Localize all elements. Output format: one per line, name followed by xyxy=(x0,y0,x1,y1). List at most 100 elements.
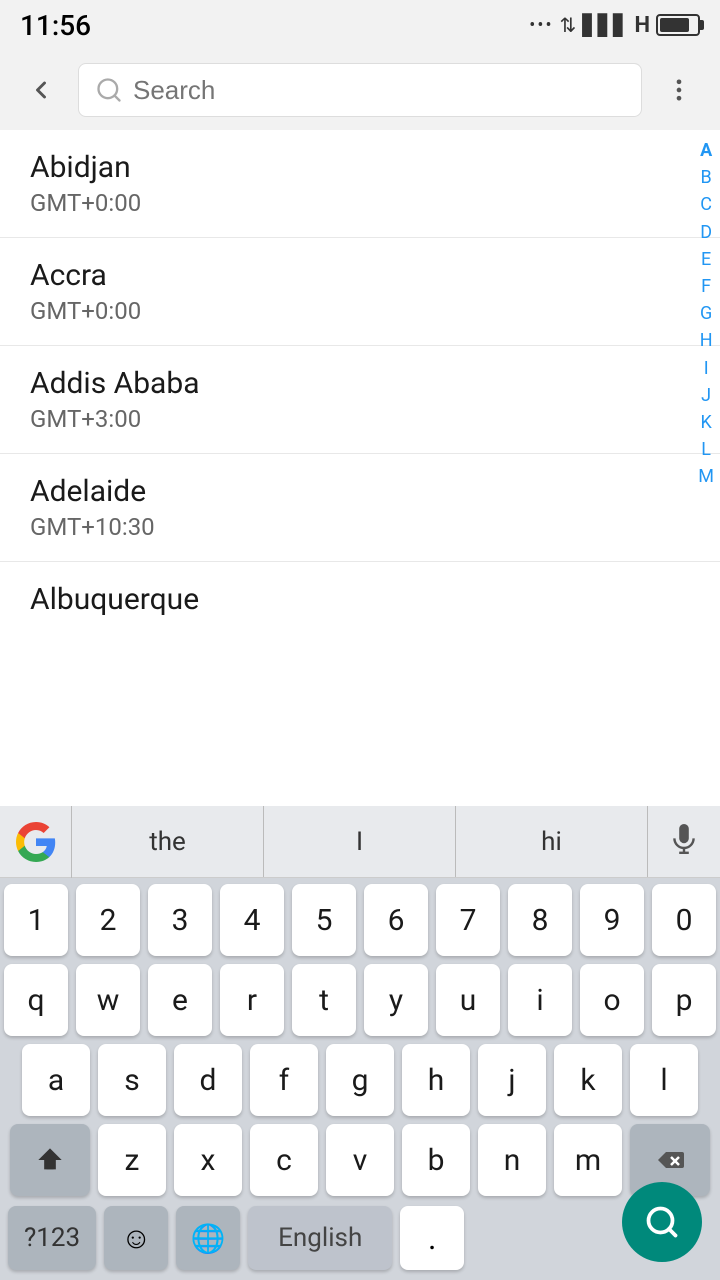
alphabet-index: A B C D E F G H I J K L M xyxy=(698,130,714,489)
key-y[interactable]: y xyxy=(364,964,428,1036)
search-input-wrapper xyxy=(78,63,642,117)
timezone-item-adelaide[interactable]: Adelaide GMT+10:30 xyxy=(0,454,720,562)
timezone-item-accra[interactable]: Accra GMT+0:00 xyxy=(0,238,720,346)
key-4[interactable]: 4 xyxy=(220,884,284,956)
bottom-left-keys: ?123 ☺ 🌐 English . xyxy=(8,1206,464,1270)
number-row: 1 2 3 4 5 6 7 8 9 0 xyxy=(4,884,716,956)
status-time: 11:56 xyxy=(20,9,91,42)
status-bar: 11:56 ••• ⇅ ▋▋▋ H xyxy=(0,0,720,50)
key-m[interactable]: m xyxy=(554,1124,622,1196)
city-name: Accra xyxy=(30,258,660,293)
key-v[interactable]: v xyxy=(326,1124,394,1196)
key-c[interactable]: c xyxy=(250,1124,318,1196)
data-icon: ⇅ xyxy=(560,13,577,37)
key-j[interactable]: j xyxy=(478,1044,546,1116)
more-options-button[interactable] xyxy=(654,65,704,115)
mic-button[interactable] xyxy=(648,806,720,878)
suggestion-I[interactable]: I xyxy=(264,806,456,877)
key-2[interactable]: 2 xyxy=(76,884,140,956)
keyboard-keys: 1 2 3 4 5 6 7 8 9 0 q w e r t y u i o p … xyxy=(0,878,720,1202)
language-key[interactable]: English xyxy=(248,1206,392,1270)
city-name: Addis Ababa xyxy=(30,366,660,401)
globe-key[interactable]: 🌐 xyxy=(176,1206,240,1270)
key-h[interactable]: h xyxy=(402,1044,470,1116)
key-f[interactable]: f xyxy=(250,1044,318,1116)
alpha-M[interactable]: M xyxy=(698,464,714,489)
key-x[interactable]: x xyxy=(174,1124,242,1196)
key-d[interactable]: d xyxy=(174,1044,242,1116)
key-k[interactable]: k xyxy=(554,1044,622,1116)
timezone-item-abidjan[interactable]: Abidjan GMT+0:00 xyxy=(0,130,720,238)
bottom-keyboard-row: ?123 ☺ 🌐 English . xyxy=(0,1202,720,1280)
timezone-item-albuquerque[interactable]: Albuquerque xyxy=(0,562,720,627)
status-icons: ••• ⇅ ▋▋▋ H xyxy=(529,13,700,38)
key-p[interactable]: p xyxy=(652,964,716,1036)
h-network-icon: H xyxy=(634,13,650,38)
alpha-K[interactable]: K xyxy=(700,410,711,435)
key-i[interactable]: i xyxy=(508,964,572,1036)
search-bar xyxy=(0,50,720,130)
zxcv-row: z x c v b n m xyxy=(4,1124,716,1196)
key-7[interactable]: 7 xyxy=(436,884,500,956)
alpha-L[interactable]: L xyxy=(701,437,711,462)
asdf-row: a s d f g h j k l xyxy=(4,1044,716,1116)
key-0[interactable]: 0 xyxy=(652,884,716,956)
key-s[interactable]: s xyxy=(98,1044,166,1116)
search-icon xyxy=(95,76,123,104)
key-u[interactable]: u xyxy=(436,964,500,1036)
key-g[interactable]: g xyxy=(326,1044,394,1116)
key-l[interactable]: l xyxy=(630,1044,698,1116)
search-input[interactable] xyxy=(133,75,625,106)
emoji-key[interactable]: ☺ xyxy=(104,1206,168,1270)
signal-bars-icon: ▋▋▋ xyxy=(582,13,628,37)
signal-dots-icon: ••• xyxy=(529,15,553,36)
city-name: Adelaide xyxy=(30,474,660,509)
alpha-B[interactable]: B xyxy=(701,165,712,190)
alpha-G[interactable]: G xyxy=(700,301,712,326)
timezone-item-addis-ababa[interactable]: Addis Ababa GMT+3:00 xyxy=(0,346,720,454)
city-name: Abidjan xyxy=(30,150,660,185)
period-key[interactable]: . xyxy=(400,1206,464,1270)
key-6[interactable]: 6 xyxy=(364,884,428,956)
alpha-H[interactable]: H xyxy=(700,328,713,353)
google-logo xyxy=(0,806,72,878)
search-submit-button[interactable] xyxy=(622,1182,702,1262)
suggestion-hi[interactable]: hi xyxy=(456,806,648,877)
key-e[interactable]: e xyxy=(148,964,212,1036)
shift-key[interactable] xyxy=(10,1124,90,1196)
key-a[interactable]: a xyxy=(22,1044,90,1116)
key-5[interactable]: 5 xyxy=(292,884,356,956)
key-1[interactable]: 1 xyxy=(4,884,68,956)
numeric-key[interactable]: ?123 xyxy=(8,1206,96,1270)
city-gmt: GMT+10:30 xyxy=(30,513,660,541)
key-9[interactable]: 9 xyxy=(580,884,644,956)
key-t[interactable]: t xyxy=(292,964,356,1036)
keyboard: the I hi 1 2 3 4 5 6 7 8 9 0 q xyxy=(0,806,720,1280)
key-b[interactable]: b xyxy=(402,1124,470,1196)
alpha-J[interactable]: J xyxy=(701,383,711,408)
key-q[interactable]: q xyxy=(4,964,68,1036)
battery-icon xyxy=(656,14,700,36)
city-gmt: GMT+0:00 xyxy=(30,189,660,217)
alpha-E[interactable]: E xyxy=(701,247,711,272)
key-3[interactable]: 3 xyxy=(148,884,212,956)
qwerty-row: q w e r t y u i o p xyxy=(4,964,716,1036)
back-button[interactable] xyxy=(16,65,66,115)
city-gmt: GMT+3:00 xyxy=(30,405,660,433)
alpha-F[interactable]: F xyxy=(701,274,711,299)
suggestions-row: the I hi xyxy=(0,806,720,878)
alpha-I[interactable]: I xyxy=(704,356,709,381)
suggestion-the[interactable]: the xyxy=(72,806,264,877)
alpha-A[interactable]: A xyxy=(700,138,712,163)
key-o[interactable]: o xyxy=(580,964,644,1036)
city-name: Albuquerque xyxy=(30,582,660,617)
timezone-list: Abidjan GMT+0:00 Accra GMT+0:00 Addis Ab… xyxy=(0,130,720,627)
key-r[interactable]: r xyxy=(220,964,284,1036)
alpha-C[interactable]: C xyxy=(700,192,712,217)
key-w[interactable]: w xyxy=(76,964,140,1036)
key-z[interactable]: z xyxy=(98,1124,166,1196)
key-8[interactable]: 8 xyxy=(508,884,572,956)
key-n[interactable]: n xyxy=(478,1124,546,1196)
city-gmt: GMT+0:00 xyxy=(30,297,660,325)
alpha-D[interactable]: D xyxy=(700,220,712,245)
